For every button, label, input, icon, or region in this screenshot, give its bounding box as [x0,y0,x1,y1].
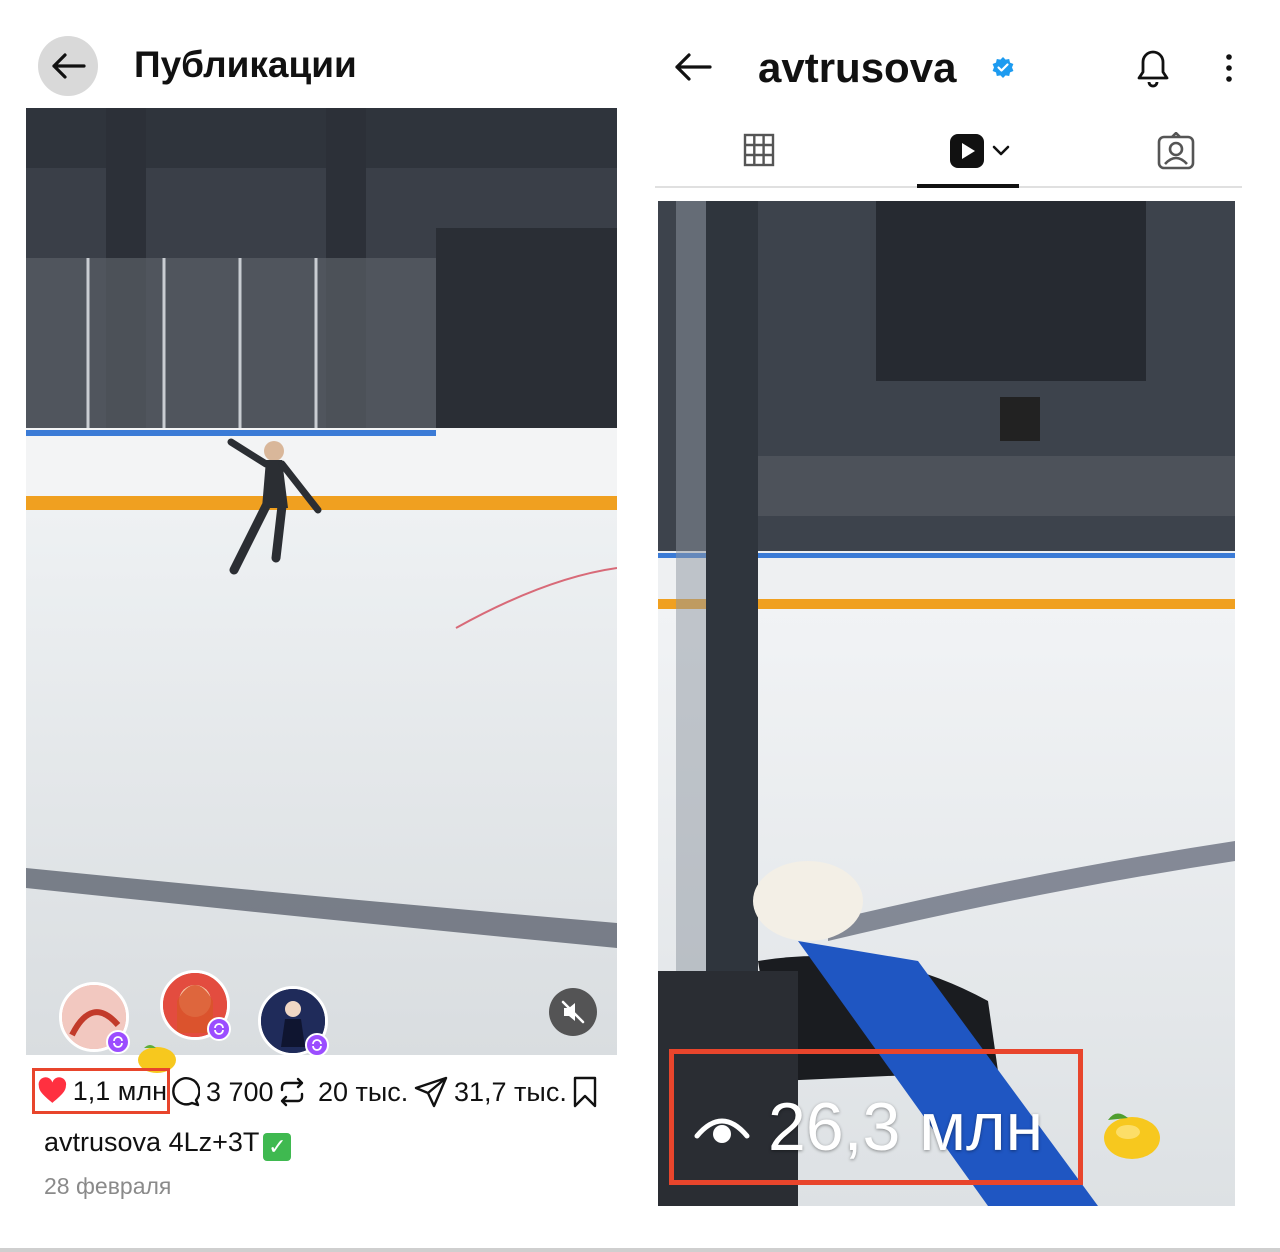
post-caption: avtrusova 4Lz+3T ✓ [44,1127,292,1161]
verified-badge-icon [992,57,1014,78]
grid-icon[interactable] [743,133,775,167]
profile-username: avtrusova [758,44,957,91]
repost-badge-icon [207,1017,231,1041]
post-date: 28 февраля [44,1173,172,1199]
active-tab-indicator [917,184,1019,188]
mute-button[interactable] [549,988,597,1036]
post-actions: 1,1 млн 3 700 20 тыс. 31,7 тыс. [32,1068,612,1114]
check-mark-icon: ✓ [263,1133,292,1161]
lemon-icon [1104,1113,1160,1159]
bookmark-icon[interactable] [572,1076,598,1108]
more-vertical-icon[interactable] [1222,52,1236,84]
bell-icon[interactable] [1135,48,1171,88]
likes-count: 1,1 млн [72,1075,167,1106]
shares-count: 31,7 тыс. [454,1076,567,1107]
eye-icon [694,1118,750,1143]
comments-count: 3 700 [206,1076,274,1107]
tagged-icon[interactable] [1157,132,1195,170]
page-title: Публикации [134,44,357,85]
bottom-divider [0,1248,1280,1252]
chevron-down-icon [992,145,1010,156]
share-icon[interactable] [414,1076,448,1108]
tab-reels[interactable] [949,132,1019,170]
comment-icon[interactable] [170,1077,200,1107]
repost-icon[interactable] [276,1076,308,1108]
back-arrow-icon [52,53,86,79]
repost-badge-icon [106,1030,130,1054]
back-arrow-icon[interactable] [674,52,712,82]
repost-badge-icon [305,1033,329,1057]
back-button[interactable] [38,36,98,96]
reels-icon [950,134,984,168]
likes-highlight: 1,1 млн [32,1068,170,1114]
heart-icon[interactable] [38,1076,67,1106]
caption-username[interactable]: avtrusova [44,1127,161,1157]
post-video[interactable] [26,108,617,1055]
mute-icon [561,1000,585,1024]
reposts-count: 20 тыс. [318,1076,409,1107]
caption-text: 4Lz+3T [168,1127,260,1157]
skating-rink-image [26,108,617,1055]
views-count: 26,3 млн [768,1089,1044,1165]
